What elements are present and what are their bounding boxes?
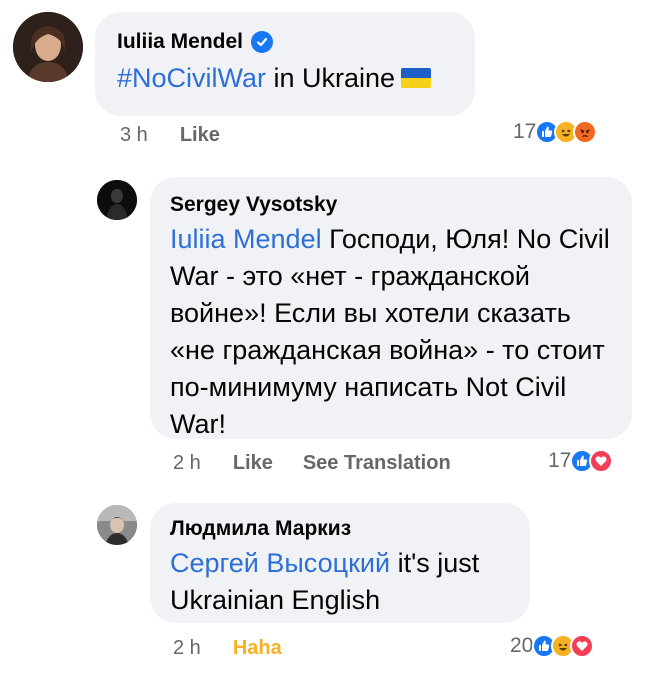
comment-text: Iuliia Mendel Господи, Юля! No Civil War… [170,224,610,439]
comment-meta: 2 h Like See Translation [173,452,481,475]
like-action[interactable]: Like [233,452,273,475]
comment-author[interactable]: Iuliia Mendel [117,30,243,54]
reaction-summary[interactable]: 17 [548,449,614,473]
avatar-image [97,505,137,545]
angry-icon [573,120,598,144]
mention-link[interactable]: Iuliia Mendel [170,224,322,254]
like-action[interactable]: Like [180,124,220,147]
avatar[interactable] [97,180,137,220]
comment-text: Сергей Высоцкий it's just Ukrainian Engl… [170,548,480,615]
mention-link[interactable]: Сергей Высоцкий [170,548,390,578]
haha-action[interactable]: Haha [233,637,282,660]
see-translation-link[interactable]: See Translation [303,452,451,475]
comment-text: #NoCivilWar in Ukraine [117,60,453,97]
comment-author[interactable]: Sergey Vysotsky [170,193,337,217]
verified-badge-icon [251,31,274,53]
love-icon [570,634,595,658]
avatar[interactable] [13,12,83,82]
avatar[interactable] [97,505,137,545]
timestamp[interactable]: 2 h [173,637,201,660]
comment-meta: 3 h Like [120,124,250,147]
hashtag-link[interactable]: #NoCivilWar [117,63,266,93]
comment-bubble: Iuliia Mendel #NoCivilWar in Ukraine [95,12,475,116]
comment-bubble: Sergey Vysotsky Iuliia Mendel Господи, Ю… [150,177,632,439]
comment-meta: 2 h Haha [173,637,312,660]
reaction-count: 17 [548,449,572,472]
reaction-summary[interactable]: 20 [510,634,595,658]
timestamp[interactable]: 3 h [120,124,148,147]
avatar-image [97,180,137,220]
ukraine-flag-icon [401,68,432,88]
comment-author[interactable]: Людмила Маркиз [170,517,351,541]
reaction-count: 17 [513,120,537,143]
comment-bubble: Людмила Маркиз Сергей Высоцкий it's just… [150,503,530,623]
love-icon [589,449,614,473]
avatar-image [13,12,83,82]
timestamp[interactable]: 2 h [173,452,201,475]
reaction-count: 20 [510,634,534,657]
reaction-summary[interactable]: 17 [513,120,598,144]
